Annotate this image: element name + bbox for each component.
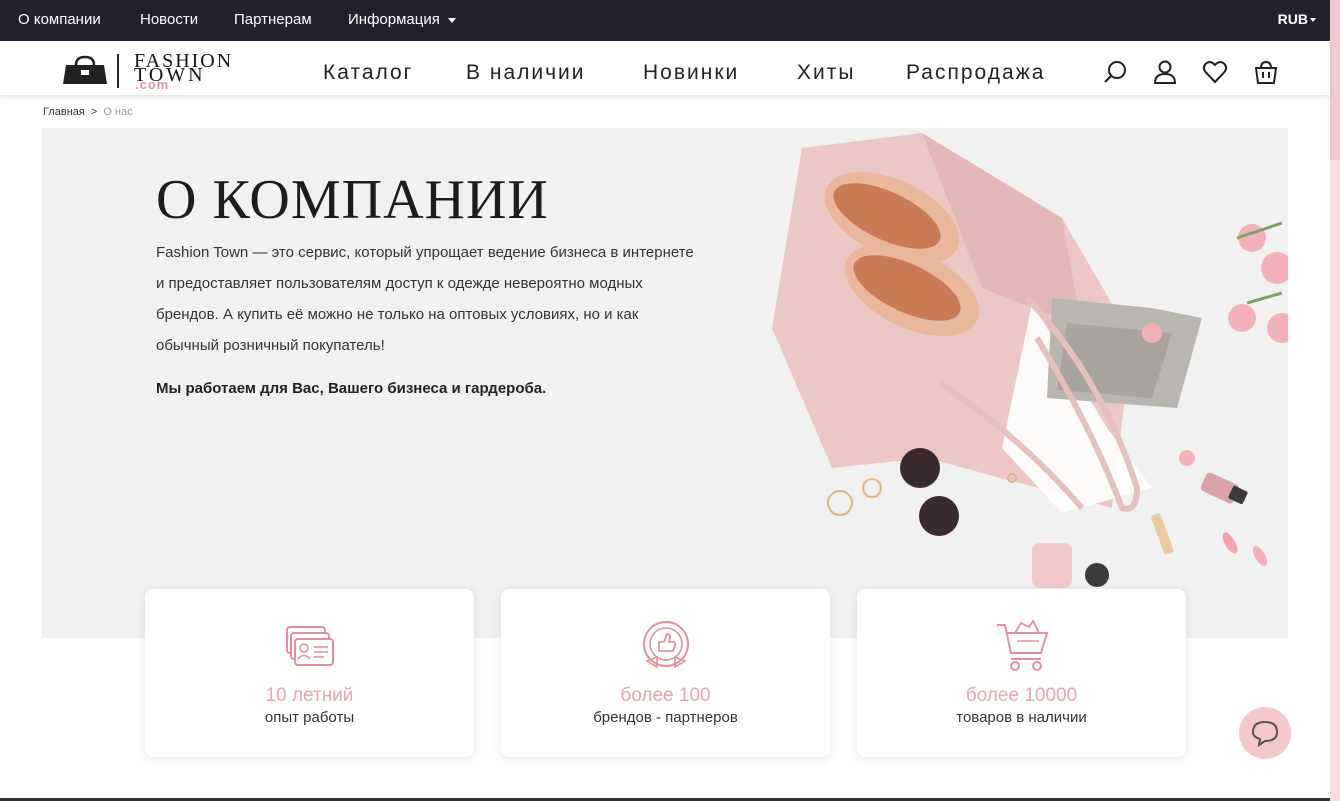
nav-catalog[interactable]: Каталог — [323, 61, 413, 85]
chat-bubble-icon — [1251, 720, 1279, 748]
main-header: FASHION TOWN .com Каталог В наличии Нови… — [0, 41, 1330, 95]
topbar-link-partners[interactable]: Партнерам — [234, 11, 312, 28]
heart-icon[interactable] — [1202, 59, 1228, 85]
currency-label: RUB — [1277, 11, 1308, 27]
topbar-link-news[interactable]: Новости — [140, 11, 198, 28]
about-tagline: Мы работаем для Вас, Вашего бизнеса и га… — [156, 380, 547, 397]
chevron-down-icon — [447, 17, 456, 23]
logo-divider — [117, 54, 119, 88]
stat-number: более 10000 — [965, 685, 1078, 706]
stat-card-products: более 10000 товаров в наличии — [857, 589, 1186, 757]
chat-button[interactable] — [1239, 707, 1291, 759]
thumbs-up-badge-icon — [643, 621, 689, 669]
breadcrumb: Главная > О нас — [43, 106, 133, 118]
about-description: Fashion Town — это сервис, который упрощ… — [156, 244, 694, 354]
hero-fashion-image — [772, 133, 1288, 588]
bag-logo-icon — [63, 55, 107, 84]
scrollbar[interactable] — [1330, 0, 1340, 801]
stat-number: 10 летний — [265, 685, 354, 706]
logo-text-line3: .com — [135, 77, 170, 92]
stat-card-brands: более 100 брендов - партнеров — [501, 589, 830, 757]
stat-label: опыт работы — [264, 709, 355, 726]
breadcrumb-current: О нас — [103, 106, 133, 118]
shopping-cart-icon — [997, 619, 1049, 671]
topbar-link-info-label: Информация — [348, 11, 440, 28]
page-title: О КОМПАНИИ — [156, 169, 549, 231]
search-icon[interactable] — [1102, 59, 1128, 85]
about-hero: О КОМПАНИИ Fashion Town — это сервис, ко… — [42, 128, 1288, 638]
stat-card-experience: 10 летний опыт работы — [145, 589, 474, 757]
nav-new[interactable]: Новинки — [643, 61, 739, 85]
id-cards-icon — [286, 626, 334, 666]
stat-label: брендов - партнеров — [593, 709, 738, 726]
breadcrumb-home[interactable]: Главная — [43, 106, 85, 118]
stat-number: более 100 — [620, 685, 711, 706]
scrollbar-thumb[interactable] — [1330, 0, 1340, 160]
top-bar: О компании Новости Партнерам Информация … — [0, 0, 1330, 41]
cart-icon[interactable] — [1253, 59, 1279, 85]
topbar-link-info[interactable]: Информация — [348, 11, 456, 28]
breadcrumb-separator: > — [90, 106, 98, 118]
currency-select[interactable]: RUB — [1278, 11, 1316, 27]
topbar-link-about[interactable]: О компании — [18, 11, 101, 28]
nav-hits[interactable]: Хиты — [797, 61, 855, 85]
site-logo[interactable]: FASHION TOWN .com — [62, 51, 272, 92]
chevron-down-icon — [1310, 18, 1316, 23]
stat-label: товаров в наличии — [956, 709, 1087, 726]
user-icon[interactable] — [1152, 59, 1178, 85]
nav-in-stock[interactable]: В наличии — [466, 61, 586, 85]
nav-sale[interactable]: Распродажа — [906, 61, 1045, 85]
